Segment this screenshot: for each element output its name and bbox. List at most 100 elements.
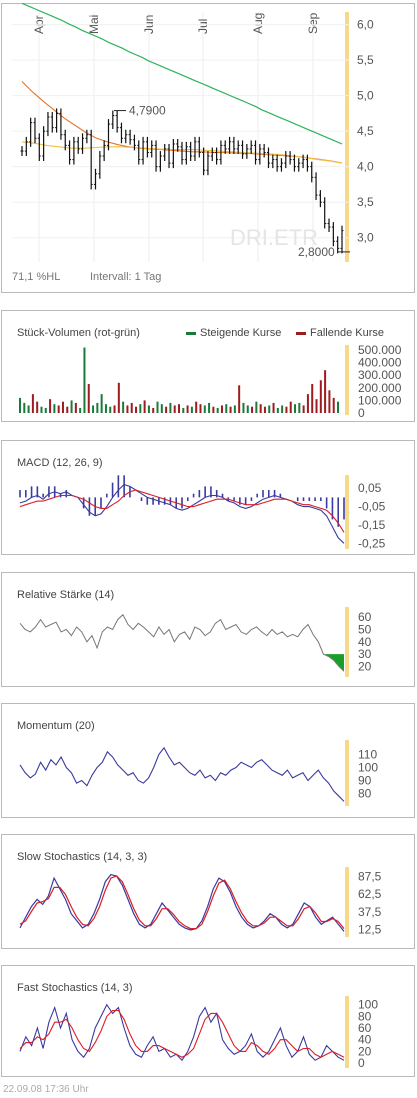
volume-bar [332,397,335,413]
volume-bar [225,404,228,413]
volume-bar [165,406,168,413]
y-tick-label: 5,5 [357,53,374,67]
volume-bar [61,401,64,413]
slow-stochastics-chart: 87,5 62,5 37,5 12,5 [19,867,382,937]
momentum-chart: 1101009080 [19,740,378,806]
today-marker [345,867,349,937]
volume-bar [178,404,180,413]
volume-bar [233,405,236,413]
y-tick-label: 0,05 [358,481,382,495]
volume-bar [294,404,297,413]
y-tick-label: 37,5 [358,905,382,919]
volume-bar [268,405,271,413]
y-tick-label: 0 [358,406,365,420]
today-marker [345,740,349,806]
volume-panel: Stück-Volumen (rot-grün) Steigende Kurse… [1,310,415,422]
y-tick-label: -0,05 [358,500,386,514]
volume-bar [319,380,322,413]
volume-bar [328,390,331,413]
y-tick-label: 0 [358,1056,365,1070]
y-tick-label: 90 [358,774,372,788]
signal-line [19,489,345,533]
volume-bar [216,407,219,413]
volume-bar [19,397,21,413]
volume-bar [147,405,150,413]
today-marker [345,607,349,677]
momentum-line [19,746,345,802]
volume-bar [238,385,241,413]
volume-bar [49,399,52,413]
hl-percent-info: 71,1 %HL [12,271,60,283]
y-tick-label: 20 [358,659,372,673]
volume-bar [195,401,198,413]
timestamp-footer: 22.09.08 17:36 Uhr [3,1084,89,1095]
volume-bar [289,401,292,413]
price-chart: Apr Mai Jun Jul Aug SepDRI.ETR4,79002,80006,0… [12,2,374,283]
volume-bar [203,405,206,413]
month-label: Jul [196,19,210,34]
stoch-d-line [19,1009,345,1058]
volume-bar [87,384,90,413]
y-tick-label: 62,5 [358,887,382,901]
volume-bar [57,405,60,413]
volume-bar [311,384,314,413]
volume-bar [130,402,133,413]
rsi-line [19,613,345,672]
fast-stochastics-panel: Fast Stochastics (14, 3) 100 80 60 40 20 0 [1,965,415,1077]
low-label: 2,8000 [298,245,335,259]
volume-bar [272,402,275,413]
volume-bar [70,400,73,413]
volume-bar [324,370,327,413]
rsi-panel: Relative Stärke (14) 60 50 40 30 20 [1,572,415,687]
price-chart-panel: Apr Mai Jun Jul Aug Sep DRI.ETR 4,7900 2,8000 6,0… [1,2,415,293]
volume-bar [66,406,69,413]
volume-bar [315,399,318,413]
volume-bar [276,407,279,413]
slow-stochastics-panel: Slow Stochastics (14, 3, 3) 87,5 62,5 37,5… [1,834,415,949]
macd-chart: 0,05 -0,05 -0,15 -0,25 [19,475,386,550]
volume-bar [169,402,172,413]
volume-bar [156,401,159,413]
volume-bar [100,394,103,413]
volume-bar [109,406,112,413]
volume-bar [96,402,99,413]
volume-bar [79,407,82,413]
volume-bar [242,402,245,413]
stoch-k-line [19,1003,345,1062]
volume-bar [251,406,254,413]
volume-bar [31,394,34,413]
macd-panel: MACD (12, 26, 9) 0,05 -0,05 -0,15 -0,25 [1,440,415,555]
month-label: Aug [251,13,265,34]
volume-bar [173,405,176,413]
y-tick-label: 4,0 [357,160,374,174]
volume-bar [186,405,189,413]
high-label: 4,7900 [129,104,166,118]
volume-bar [255,401,258,413]
y-tick-label: 3,5 [357,195,374,209]
y-tick-label: 4,5 [357,124,374,138]
macd-line [19,483,345,544]
volume-bar [281,405,284,413]
volume-bar [199,404,202,413]
volume-bar [36,401,39,413]
volume-bar [208,402,211,413]
volume-bar [83,347,86,413]
today-marker [345,345,349,415]
volume-bar [160,404,163,413]
y-tick-label: 80 [358,787,372,801]
volume-chart: 500.000400.000300.000200.000100.0000 [19,343,402,420]
volume-bar [285,406,288,413]
volume-bar [212,406,215,413]
volume-bar [92,405,95,413]
volume-bar [246,405,249,413]
volume-bar [53,404,56,413]
volume-bar [143,400,146,413]
volume-bar [306,394,309,413]
y-tick-label: 5,0 [357,89,374,103]
today-marker [345,12,349,262]
today-marker [345,475,349,549]
volume-bar [113,405,116,413]
volume-bar [190,406,193,413]
volume-bar [117,382,120,413]
fast-stochastics-chart: 100806040200 [19,996,378,1070]
